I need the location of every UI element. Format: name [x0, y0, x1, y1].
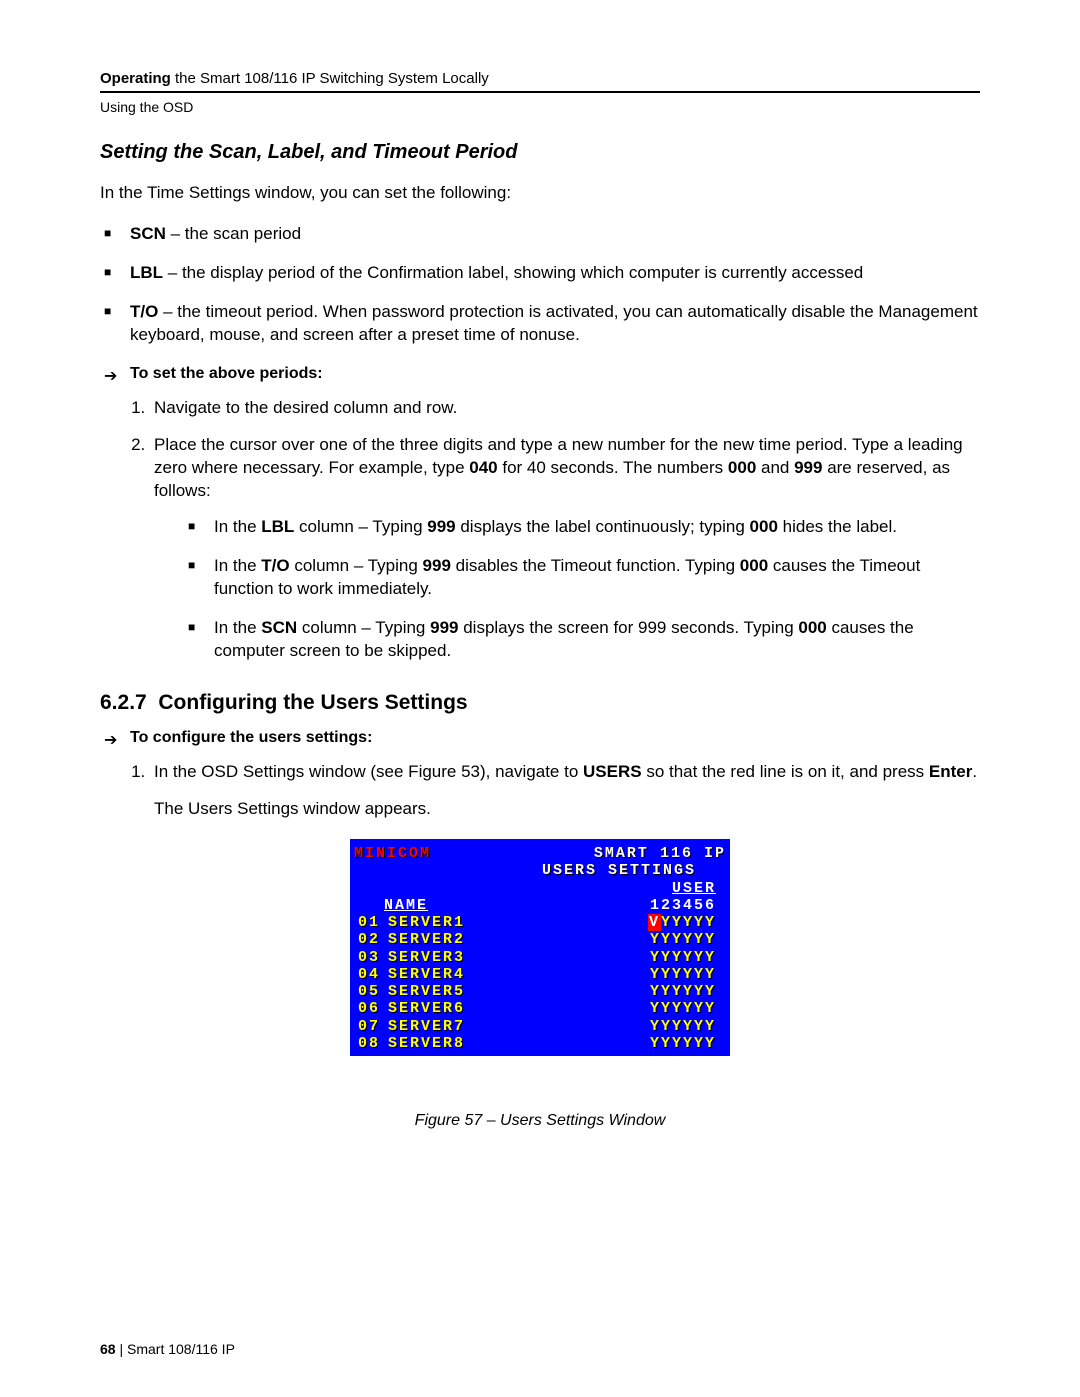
osd-row: 02SERVER2YYYYYY — [354, 931, 726, 948]
step-users-1: In the OSD Settings window (see Figure 5… — [150, 761, 980, 821]
osd-title-line1: SMART 116 IP — [594, 845, 726, 862]
sub-notes: In the LBL column – Typing 999 displays … — [154, 516, 980, 663]
note-to: In the T/O column – Typing 999 disables … — [214, 555, 980, 601]
note-lbl: In the LBL column – Typing 999 displays … — [214, 516, 980, 539]
header-sub: Using the OSD — [100, 99, 980, 115]
procedure-heading-set-periods: ➔ To set the above periods: — [130, 365, 980, 383]
osd-screenshot: MINICOM SMART 116 IP USERS SETTINGS USER… — [350, 839, 730, 1130]
osd-title-line2: USERS SETTINGS — [354, 862, 726, 879]
osd-col-user: USER — [672, 880, 716, 897]
header-rest: the Smart 108/116 IP Switching System Lo… — [171, 70, 489, 87]
header-rule — [100, 91, 980, 93]
header-bold: Operating — [100, 70, 171, 87]
osd-footer-blank — [350, 1056, 730, 1098]
appears-text: The Users Settings window appears. — [154, 799, 431, 818]
osd-col-name: NAME — [384, 897, 428, 914]
heading-users: 6.2.7 Configuring the Users Settings — [100, 691, 980, 715]
figure-caption: Figure 57 – Users Settings Window — [350, 1112, 730, 1130]
def-scn: SCN – the scan period — [130, 223, 980, 246]
osd-row: 07SERVER7YYYYYY — [354, 1018, 726, 1035]
intro-text: In the Time Settings window, you can set… — [100, 182, 980, 205]
note-scn: In the SCN column – Typing 999 displays … — [214, 617, 980, 663]
section-title-scan: Setting the Scan, Label, and Timeout Per… — [100, 141, 980, 164]
running-header: Operating the Smart 108/116 IP Switching… — [100, 70, 980, 87]
osd-brand: MINICOM — [354, 845, 431, 862]
step-1: Navigate to the desired column and row. — [150, 397, 980, 420]
page-footer: 68 | Smart 108/116 IP — [100, 1341, 235, 1357]
osd-row: 01SERVER1VYYYYY — [354, 914, 726, 931]
osd-row: 04SERVER4YYYYYY — [354, 966, 726, 983]
osd-row: 08SERVER8YYYYYY — [354, 1035, 726, 1052]
osd-col-nums: 123456 — [650, 897, 716, 914]
osd-row: 03SERVER3YYYYYY — [354, 949, 726, 966]
step-2: Place the cursor over one of the three d… — [150, 434, 980, 664]
def-to: T/O – the timeout period. When password … — [130, 301, 980, 347]
arrow-icon: ➔ — [104, 366, 117, 386]
document-page: Operating the Smart 108/116 IP Switching… — [0, 0, 1080, 1397]
procedure-heading-users: ➔ To configure the users settings: — [130, 729, 980, 747]
steps-users: In the OSD Settings window (see Figure 5… — [100, 761, 980, 821]
definition-list: SCN – the scan period LBL – the display … — [100, 223, 980, 347]
arrow-icon: ➔ — [104, 730, 117, 750]
osd-row: 06SERVER6YYYYYY — [354, 1000, 726, 1017]
osd-row: 05SERVER5YYYYYY — [354, 983, 726, 1000]
def-lbl: LBL – the display period of the Confirma… — [130, 262, 980, 285]
steps-set-periods: Navigate to the desired column and row. … — [100, 397, 980, 663]
